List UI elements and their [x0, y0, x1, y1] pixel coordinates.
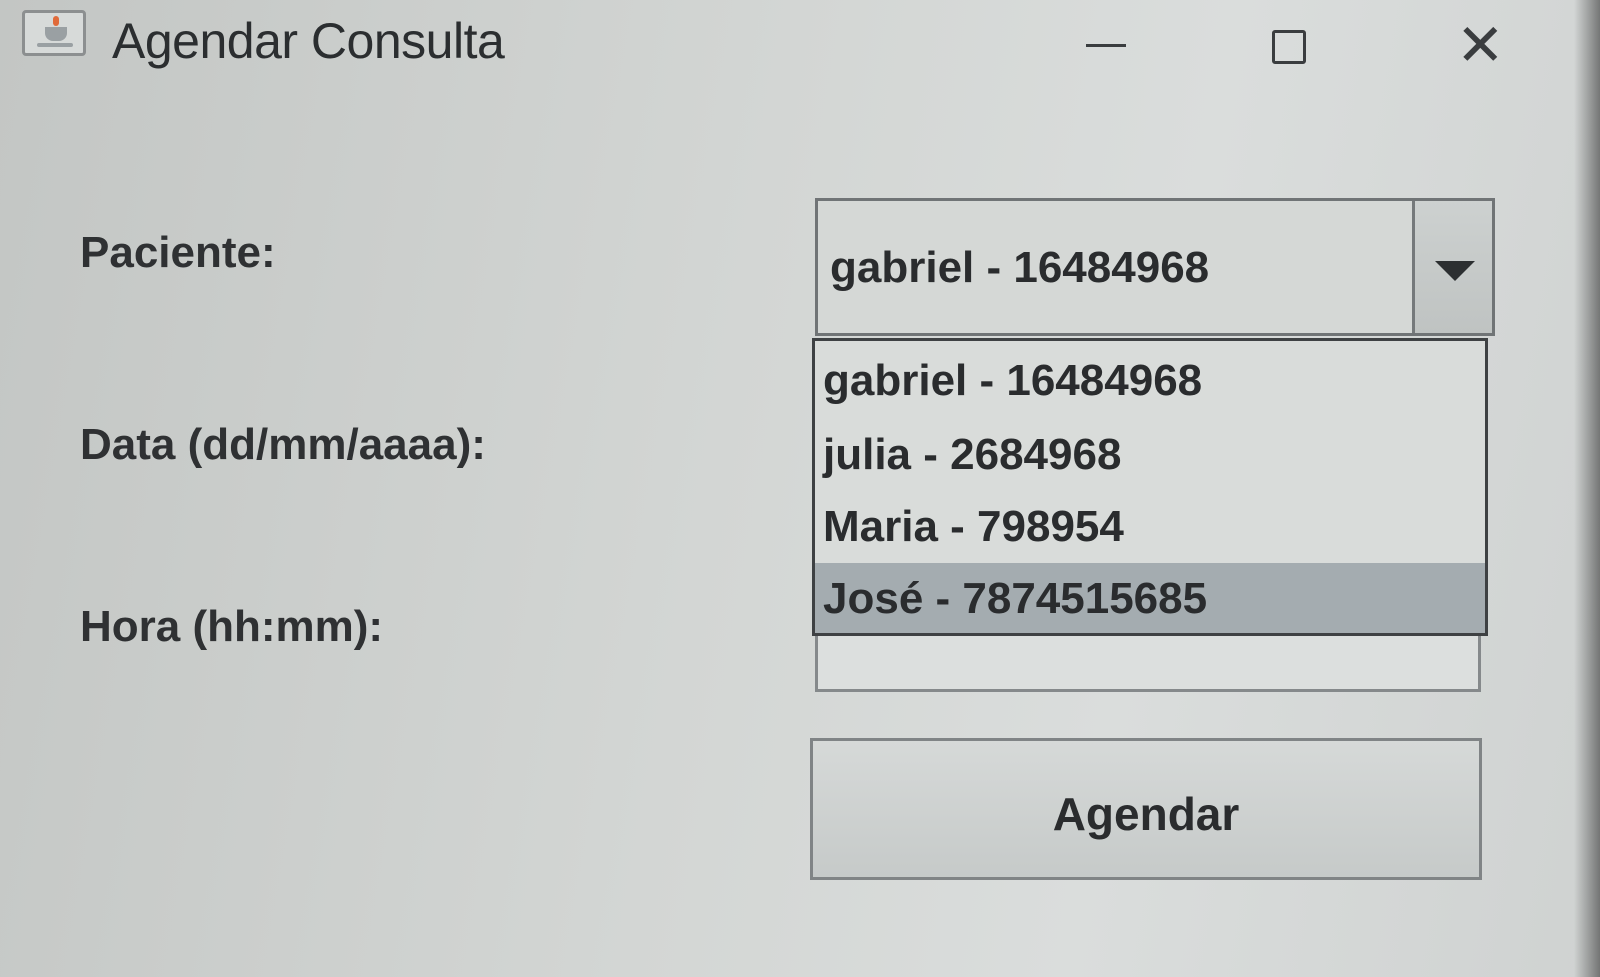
cup-shape	[45, 27, 67, 41]
chevron-down-icon	[1435, 261, 1475, 281]
dropdown-option[interactable]: gabriel - 16484968	[815, 345, 1485, 417]
agendar-button[interactable]: Agendar	[810, 738, 1482, 880]
close-button[interactable]: ✕	[1440, 14, 1530, 74]
data-label: Data (dd/mm/aaaa):	[80, 420, 486, 469]
minimize-icon	[1086, 44, 1126, 47]
window-title: Agendar Consulta	[112, 13, 505, 69]
title-bar[interactable]: Agendar Consulta ✕	[0, 0, 1600, 92]
agendar-button-label: Agendar	[1052, 788, 1240, 840]
minimize-button[interactable]	[1060, 14, 1150, 74]
dropdown-option-highlighted[interactable]: José - 7874515685	[815, 563, 1485, 633]
maximize-button[interactable]	[1248, 14, 1338, 74]
saucer-shape	[37, 43, 73, 47]
agendar-consulta-window: Agendar Consulta ✕ Paciente: Data (dd/mm…	[0, 0, 1600, 977]
close-icon: ✕	[1456, 11, 1505, 79]
java-app-icon[interactable]	[22, 10, 86, 56]
paciente-combobox[interactable]: gabriel - 16484968	[815, 198, 1495, 336]
paciente-label: Paciente:	[80, 228, 276, 277]
dropdown-option[interactable]: julia - 2684968	[815, 419, 1485, 491]
steam-shape	[53, 16, 59, 26]
dropdown-option[interactable]: Maria - 798954	[815, 491, 1485, 563]
paciente-dropdown-list: gabriel - 16484968 julia - 2684968 Maria…	[812, 338, 1488, 636]
hora-label: Hora (hh:mm):	[80, 602, 384, 651]
dropdown-arrow-button[interactable]	[1412, 201, 1492, 333]
maximize-icon	[1272, 30, 1306, 64]
paciente-selected-value: gabriel - 16484968	[830, 243, 1210, 292]
